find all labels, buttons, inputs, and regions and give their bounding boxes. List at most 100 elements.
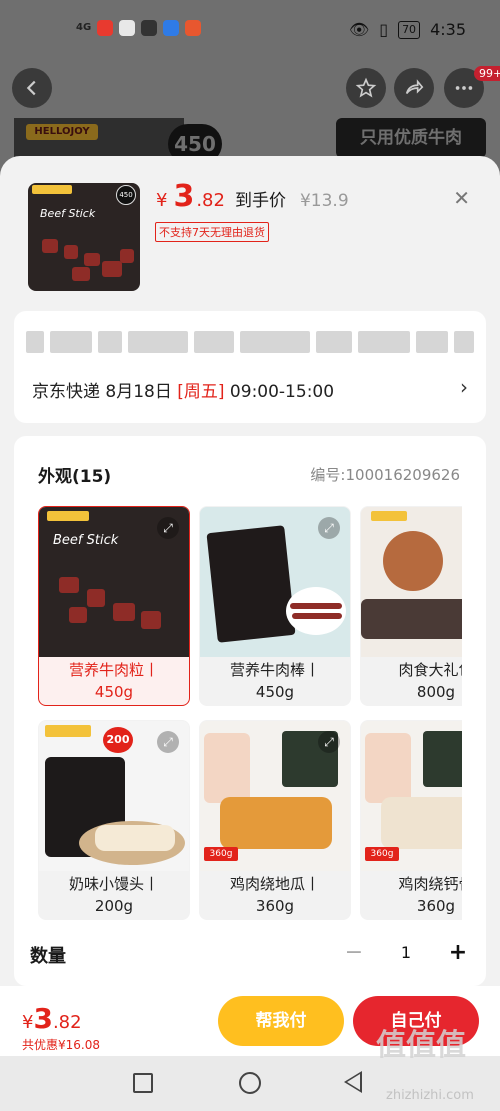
mail-icon: [141, 20, 158, 36]
original-price: ¥13.9: [299, 191, 349, 211]
option-name: 奶味小馒头丨 200g: [39, 873, 189, 917]
product-thumbnail[interactable]: 450 Beef Stick: [28, 183, 140, 291]
recents-icon[interactable]: [133, 1073, 153, 1093]
treats: [220, 797, 332, 849]
watermark-url: zhizhizhi.com: [386, 1088, 474, 1103]
dog-illustration: [383, 531, 443, 591]
brand-logo: [32, 185, 72, 194]
expand-icon[interactable]: ⤢: [157, 517, 179, 539]
meat-piece: [141, 611, 161, 629]
back-arrow-icon: [26, 80, 36, 96]
currency-symbol: ¥: [156, 190, 168, 211]
chicken-illustration: [365, 733, 411, 803]
vibrate-icon: ▯: [379, 20, 389, 39]
decrease-button[interactable]: −: [344, 940, 364, 965]
option-name: 肉食大礼包 800g: [361, 659, 462, 703]
battery-indicator: 70: [398, 20, 421, 39]
option-tile[interactable]: Beef Stick ⤢ 营养牛肉粒丨 450g: [38, 506, 190, 706]
total-integer: 3: [33, 1002, 53, 1035]
option-size: 360g: [255, 897, 295, 915]
delivery-card[interactable]: 京东快递 8月18日 [周五] 09:00-15:00 ›: [14, 311, 486, 423]
option-title: 奶味小馒头丨: [68, 875, 159, 893]
total-decimal: .82: [52, 1012, 82, 1033]
weight-tag: 360g: [365, 847, 399, 861]
share-button[interactable]: [394, 68, 434, 108]
meat-piece: [113, 603, 135, 621]
option-title: 营养牛肉粒丨: [68, 661, 159, 679]
meat-piece: [69, 607, 87, 623]
gift-box: [361, 599, 462, 639]
eye-icon: 👁: [348, 20, 370, 39]
back-button[interactable]: [12, 68, 52, 108]
meat-piece: [42, 239, 58, 253]
stick-piece: [292, 613, 342, 619]
sheet-header: 450 Beef Stick ¥ 3 .82 到手价 ¥13.9 不支持7天无理…: [0, 156, 500, 306]
option-tile[interactable]: 360g 鸡肉绕钙骨 360g: [360, 720, 462, 920]
shopping-app-icon: [185, 20, 202, 36]
option-name: 鸡肉绕地瓜丨 360g: [200, 873, 350, 917]
option-size: 200g: [94, 897, 134, 915]
meat-piece: [87, 589, 105, 607]
delivery-prefix: 京东快递 8月18日: [32, 382, 178, 402]
product-pack: [423, 731, 462, 787]
brand-logo: [371, 511, 407, 521]
status-right: 👁 ▯ 70 4:35: [349, 20, 466, 39]
app-notification-icon: [97, 20, 114, 36]
price-decimal: .82: [196, 190, 225, 211]
total-price: ¥ 3 .82: [22, 1002, 82, 1035]
expand-icon[interactable]: ⤢: [157, 731, 179, 753]
more-dots-icon: [455, 86, 473, 90]
product-code: 编号:100016209626: [310, 466, 460, 484]
options-title: 外观(15): [38, 467, 112, 487]
chicken-illustration: [204, 733, 250, 803]
delivery-window: 09:00-15:00: [224, 382, 335, 402]
help-pay-button[interactable]: 帮我付: [218, 996, 344, 1046]
brand-logo: [45, 725, 91, 737]
option-title: 鸡肉绕钙骨: [398, 875, 462, 893]
quantity-label: 数量: [30, 946, 66, 967]
status-bar: 4G 👁 ▯ 70 4:35: [0, 0, 500, 64]
option-title: 营养牛肉棒丨: [229, 661, 320, 679]
status-left: 4G: [76, 20, 202, 36]
option-image-title: Beef Stick: [53, 533, 119, 548]
blurred-address: [26, 331, 474, 353]
option-size: 450g: [255, 683, 295, 701]
delivery-weekday: [周五]: [177, 382, 225, 402]
watermark: 值值值: [376, 1028, 466, 1063]
plate: [286, 587, 346, 635]
option-name: 营养牛肉棒丨 450g: [200, 659, 350, 703]
weight-badge: 450: [116, 185, 136, 205]
option-title: 肉食大礼包: [398, 661, 462, 679]
price-integer: 3: [173, 179, 195, 214]
option-size: 800g: [416, 683, 456, 701]
option-image: 360g: [361, 721, 462, 871]
chevron-right-icon: ›: [460, 375, 468, 399]
price-label: 到手价: [234, 191, 286, 211]
no-return-tag: 不支持7天无理由退货: [155, 222, 269, 242]
home-icon[interactable]: [239, 1072, 261, 1094]
background-banner: 只用优质牛肉: [336, 118, 486, 158]
option-size: 450g: [94, 683, 134, 701]
delivery-info: 京东快递 8月18日 [周五] 09:00-15:00: [32, 377, 334, 402]
expand-icon[interactable]: ⤢: [318, 517, 340, 539]
expand-icon[interactable]: ⤢: [318, 731, 340, 753]
meat-piece: [72, 267, 90, 281]
star-icon: [355, 77, 377, 98]
option-tile[interactable]: 200 ⤢ 奶味小馒头丨 200g: [38, 720, 190, 920]
back-nav-icon[interactable]: [344, 1071, 362, 1093]
favorite-button[interactable]: [346, 68, 386, 108]
options-grid: Beef Stick ⤢ 营养牛肉粒丨 450g ⤢ 营养牛肉棒丨 450g 肉…: [38, 506, 462, 920]
options-card: 外观(15) 编号:100016209626 Beef Stick ⤢ 营养牛肉…: [14, 436, 486, 986]
discount-text: 共优惠¥16.08: [22, 1038, 100, 1052]
option-image: [361, 507, 462, 657]
option-tile[interactable]: ⤢ 营养牛肉棒丨 450g: [199, 506, 351, 706]
close-icon[interactable]: ✕: [453, 186, 470, 210]
stick-piece: [290, 603, 342, 609]
meat-piece: [102, 261, 122, 277]
option-tile[interactable]: 肉食大礼包 800g: [360, 506, 462, 706]
option-tile[interactable]: 360g ⤢ 鸡肉绕地瓜丨 360g: [199, 720, 351, 920]
option-title: 鸡肉绕地瓜丨: [229, 875, 320, 893]
quantity-value[interactable]: 1: [386, 943, 426, 962]
increase-button[interactable]: +: [448, 940, 468, 965]
meat-piece: [64, 245, 78, 259]
